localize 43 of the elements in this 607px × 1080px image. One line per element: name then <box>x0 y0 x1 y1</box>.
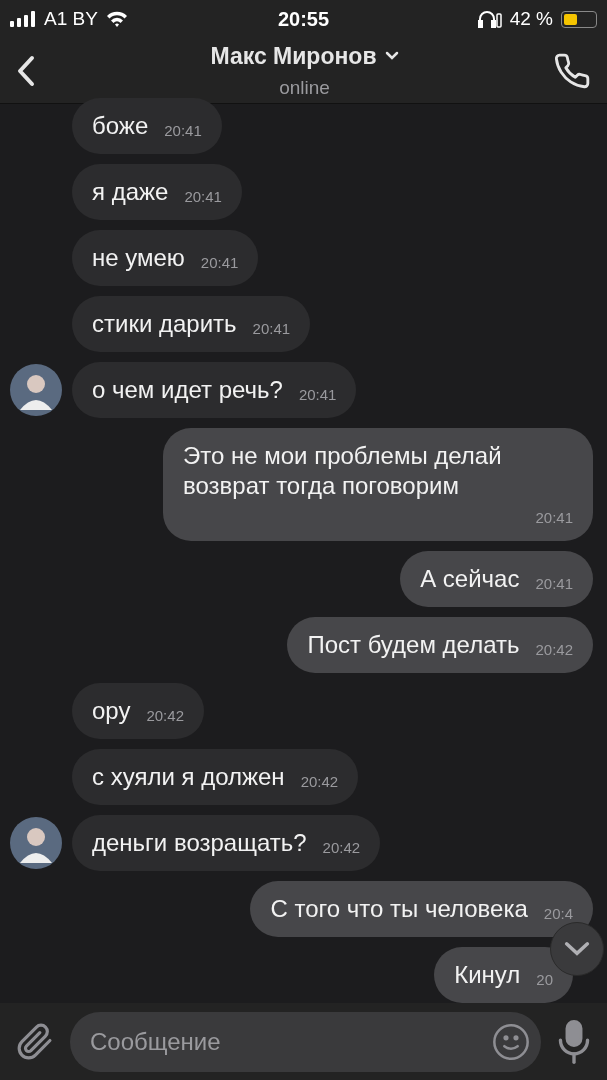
message-time: 20:41 <box>164 121 202 141</box>
message-time: 20:42 <box>535 640 573 660</box>
message-time: 20:42 <box>146 706 184 726</box>
wifi-icon <box>105 11 128 27</box>
message-time: 20:41 <box>200 253 239 273</box>
message-text: с хуяли я должен <box>92 762 285 792</box>
message-text: деньги возращать? <box>92 828 307 858</box>
message-text: Пост будем делать <box>307 630 520 660</box>
back-icon <box>16 54 36 87</box>
microphone-icon[interactable] <box>557 1019 591 1064</box>
message-time: 20:4 <box>543 904 573 924</box>
message-text: я даже <box>92 177 169 207</box>
message-text: ору <box>92 696 131 726</box>
message-text: Кинул <box>454 960 521 990</box>
message-field[interactable]: Сообщение <box>70 1011 541 1072</box>
carrier-name: A1 BY <box>44 6 98 31</box>
emoji-icon[interactable] <box>491 1021 531 1062</box>
phone-icon[interactable] <box>553 51 591 90</box>
message-time: 20:41 <box>534 508 573 528</box>
message-time: 20:41 <box>535 574 573 594</box>
message-time: 20 <box>536 970 553 990</box>
clock-time: 20:55 <box>277 7 330 32</box>
message-text: о чем идет речь? <box>92 375 283 405</box>
message-text: не умею <box>92 243 185 273</box>
contact-status: online <box>279 75 330 100</box>
contact-name[interactable]: Макс Миронов <box>210 39 377 74</box>
message-text: А сейчас <box>420 564 520 594</box>
message-text: С того что ты человека <box>270 894 528 924</box>
message-time: 20:41 <box>184 187 222 207</box>
headphones-icon <box>477 10 502 28</box>
message-time: 20:41 <box>298 385 337 405</box>
message-text: стики дарить <box>92 309 237 339</box>
battery-icon <box>561 10 597 28</box>
chevron-down-icon <box>564 941 590 957</box>
signal-icon <box>10 11 36 27</box>
message-time: 20:42 <box>300 772 339 792</box>
battery-percent: 42 % <box>509 6 553 31</box>
chevron-down-icon[interactable] <box>384 51 399 62</box>
attach-icon[interactable] <box>16 1022 54 1061</box>
message-time: 20:42 <box>322 838 361 858</box>
message-time: 20:41 <box>252 319 291 339</box>
message-text: Это не мои проблемы делай возврат тогда поговорим <box>183 441 503 501</box>
message-text: боже <box>92 111 149 141</box>
